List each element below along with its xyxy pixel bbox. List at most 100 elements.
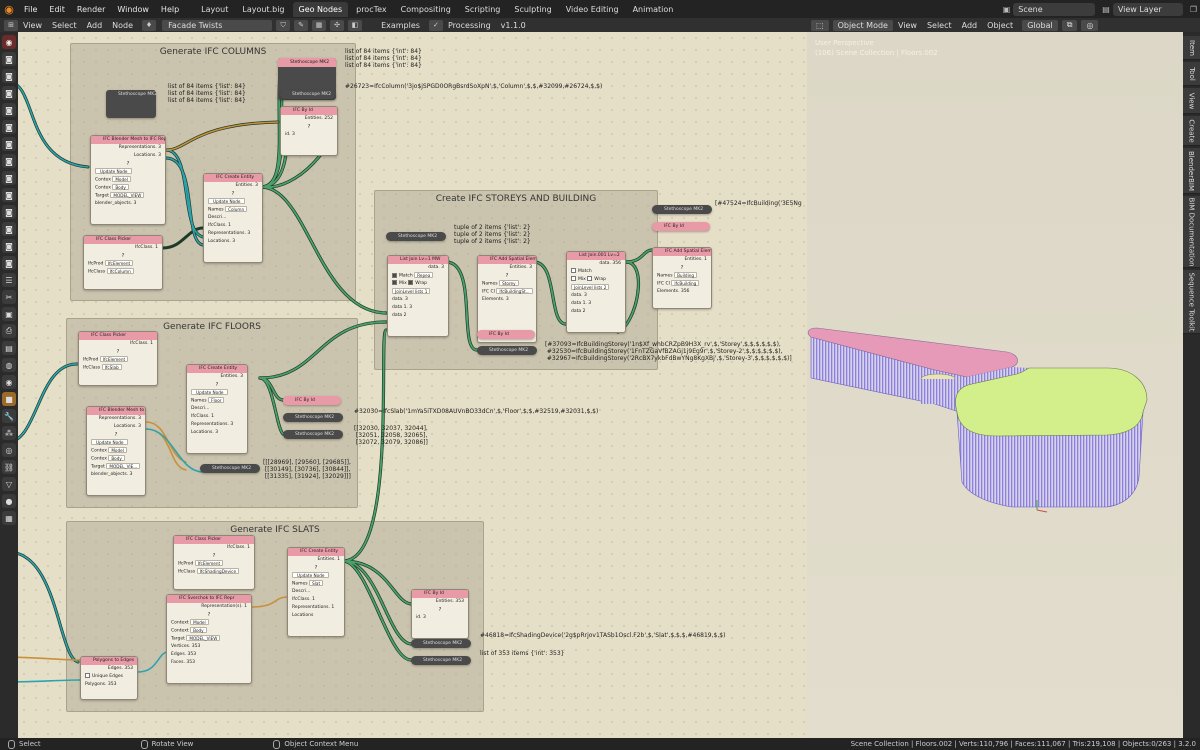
socket-ifcclass[interactable]: IfcClass. 1 (79, 340, 157, 348)
camera-icon[interactable]: ◙ (2, 120, 16, 134)
menu-render[interactable]: Render (71, 5, 111, 14)
help-icon[interactable]: ? (91, 160, 165, 168)
layout-icon[interactable]: ☰ (2, 273, 16, 287)
camera-icon[interactable]: ◙ (2, 239, 16, 253)
socket-faces[interactable]: Faces. 353 (167, 659, 251, 667)
help-icon[interactable]: ? (174, 552, 254, 560)
data-icon[interactable]: ▽ (2, 477, 16, 491)
camera-icon[interactable]: ◙ (2, 103, 16, 117)
socket-blender-objects[interactable]: blender_objects. 3 (91, 200, 165, 208)
object-icon[interactable]: ■ (2, 392, 16, 406)
orientation-dropdown[interactable]: Global (1022, 19, 1058, 31)
node-menu-select[interactable]: Select (47, 21, 82, 30)
update-node-button[interactable]: Update Node (191, 389, 229, 395)
target-dropdown[interactable]: MODEL_VIEW (186, 635, 221, 641)
constraints-icon[interactable]: ⛓ (2, 460, 16, 474)
update-node-button[interactable]: Update Node (208, 198, 246, 204)
tab-blenderbim[interactable]: BlenderBIM (1183, 148, 1200, 194)
node-list-join-b[interactable]: List Join.001 Lv=2 data. 356 Match Mix W… (566, 251, 626, 333)
scene-icon[interactable]: ▣ (1003, 5, 1011, 14)
object-mode-dropdown[interactable]: Object Mode (832, 19, 893, 31)
repeat-dropdown[interactable]: Repea (414, 272, 434, 278)
help-icon[interactable]: ? (187, 381, 247, 389)
camera-icon[interactable]: ◙ (2, 52, 16, 66)
wrap-checkbox[interactable] (408, 280, 414, 285)
ifc-class-dropdown[interactable]: IfcBuilding (671, 280, 700, 286)
socket-representations[interactable]: Representations. 3 (204, 230, 262, 238)
render-icon[interactable]: ▣ (2, 307, 16, 321)
node-create-entity-slats[interactable]: IFC Create Entity Entities. 1 ? Update N… (287, 547, 345, 637)
examples-menu[interactable]: Examples (376, 21, 425, 30)
socket-locations[interactable]: Locations. 3 (204, 238, 262, 246)
layout-icon[interactable]: ▦ (312, 19, 327, 31)
names-field[interactable]: Building (674, 272, 698, 278)
help-icon[interactable]: ? (288, 564, 344, 572)
node-ifc-by-id-building[interactable]: IFC By Id (652, 222, 710, 231)
vp-menu-add[interactable]: Add (957, 21, 983, 30)
tab-scripting[interactable]: Scripting (459, 2, 507, 17)
socket-data[interactable]: data. 3 (388, 296, 448, 304)
socket-entities[interactable]: Entities. 353 (412, 598, 468, 606)
socket-data-2[interactable]: data 2 (388, 312, 448, 320)
target-dropdown[interactable]: MODEL_VIE... (106, 463, 141, 469)
vp-menu-object[interactable]: Object (982, 21, 1018, 30)
socket-elements[interactable]: Elements. 356 (653, 288, 711, 296)
socket-data-2[interactable]: data 2 (567, 308, 625, 316)
tab-view[interactable]: View (1183, 88, 1200, 114)
socket-representations[interactable]: Representations. 3 (187, 421, 247, 429)
names-field[interactable]: Column (225, 206, 248, 212)
menu-edit[interactable]: Edit (43, 5, 71, 14)
names-field[interactable]: Slat (309, 580, 324, 586)
tab-geo-nodes[interactable]: Geo Nodes (292, 1, 349, 17)
socket-locations[interactable]: Locations. 3 (87, 423, 145, 431)
modifier-icon[interactable]: 🔧 (2, 409, 16, 423)
stethoscope-node-building[interactable]: Stethoscope MK2 (652, 205, 712, 214)
socket-representations[interactable]: Representation(s). 1 (167, 603, 251, 611)
stethoscope-node-floors-a[interactable]: Stethoscope MK2 (283, 413, 343, 422)
node-list-join-a[interactable]: List Join Lv=1 MW data. 3 Match Repea Mi… (387, 255, 449, 337)
socket-ifcclass[interactable]: IfcClass. 1 (174, 544, 254, 552)
copy-icon[interactable]: ❐ (1190, 5, 1197, 14)
help-icon[interactable]: ? (653, 264, 711, 272)
context-dropdown[interactable]: Model (108, 447, 127, 453)
camera-icon[interactable]: ◙ (2, 222, 16, 236)
camera-icon[interactable]: ◙ (2, 154, 16, 168)
stethoscope-node-small[interactable]: Stethoscope MK2 (280, 90, 336, 99)
texture-icon[interactable]: ▦ (2, 511, 16, 525)
node-blender-mesh-to-ifc-floors[interactable]: IFC Blender Mesh to I... Representations… (86, 406, 146, 496)
viewport-3d[interactable]: User Perspective (106) Scene Collection … (807, 32, 1183, 738)
context2-dropdown[interactable]: Body (190, 627, 207, 633)
help-icon[interactable]: ? (204, 190, 262, 198)
context-dropdown[interactable]: Model (112, 176, 131, 182)
ifcclass-dropdown[interactable]: IfcColumn (106, 268, 134, 274)
particles-icon[interactable]: ⁂ (2, 426, 16, 440)
stethoscope-node-storey-out[interactable]: Stethoscope MK2 (477, 346, 537, 355)
tab-tool[interactable]: Tool (1183, 62, 1200, 86)
fake-user-icon[interactable]: ♦ (142, 19, 157, 31)
node-menu-node[interactable]: Node (107, 21, 138, 30)
socket-entities[interactable]: Entities. 1 (288, 556, 344, 564)
names-field[interactable]: Floor (208, 397, 225, 403)
ifcclass-dropdown[interactable]: IfcShadingDevice (196, 568, 240, 574)
update-node-button[interactable]: Update Node (95, 168, 133, 174)
socket-locations[interactable]: Locations. 3 (91, 152, 165, 160)
mix-checkbox[interactable] (571, 276, 576, 281)
socket-ifcclass[interactable]: IfcClass. 1 (204, 222, 262, 230)
node-add-spatial-element-building[interactable]: IFC Add Spatial Eleme Entities. 1 ? Name… (652, 247, 712, 309)
context-dropdown[interactable]: Model (190, 619, 209, 625)
node-create-entity-columns[interactable]: IFC Create Entity Entities. 3 ? Update N… (203, 173, 263, 263)
node-create-entity-floors[interactable]: IFC Create Entity Entities. 3 ? Update N… (186, 364, 248, 454)
socket-data-1[interactable]: data 1. 3 (388, 304, 448, 312)
tab-animation[interactable]: Animation (627, 2, 680, 17)
ifcclass-dropdown[interactable]: IfcSlab (101, 364, 122, 370)
camera-icon[interactable]: ◙ (2, 188, 16, 202)
camera-icon[interactable]: ◙ (2, 256, 16, 270)
names-field[interactable]: Storey (499, 280, 519, 286)
context2-dropdown[interactable]: Body (112, 184, 129, 190)
help-icon[interactable]: ? (412, 606, 468, 614)
help-icon[interactable]: ? (478, 272, 536, 280)
camera-icon[interactable]: ◙ (2, 86, 16, 100)
socket-data-out[interactable]: data. 3 (388, 264, 448, 272)
overlay-icon[interactable]: ◧ (348, 19, 363, 31)
tools-icon[interactable]: ✂ (2, 290, 16, 304)
